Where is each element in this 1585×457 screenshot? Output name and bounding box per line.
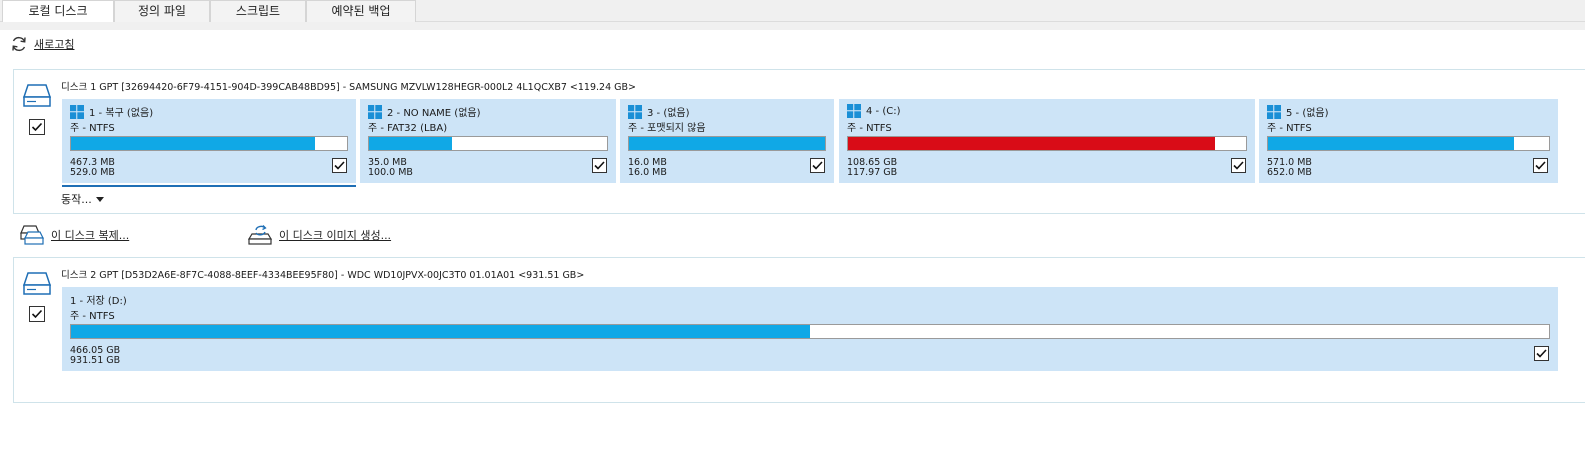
disk-1-header: 디스크 1 GPT [32694420-6F79-4151-904D-399CA…	[61, 82, 636, 93]
disk-2-checkbox[interactable]	[29, 306, 45, 322]
windows-icon	[628, 104, 642, 119]
partition-title: 4 - (C:)	[866, 105, 901, 117]
check-icon	[1233, 161, 1244, 170]
total-size: 100.0 MB	[368, 167, 413, 178]
total-size: 931.51 GB	[70, 355, 121, 366]
windows-icon	[847, 104, 861, 118]
total-size: 652.0 MB	[1267, 167, 1312, 178]
actions-label: 동작...	[61, 193, 92, 206]
usage-bar	[368, 136, 608, 151]
windows-icon	[70, 104, 84, 119]
check-icon	[31, 309, 43, 319]
refresh-icon	[12, 36, 26, 52]
clone-disk-label: 이 디스크 복제...	[51, 229, 130, 242]
total-size: 529.0 MB	[70, 167, 115, 178]
check-icon	[334, 161, 345, 170]
refresh-button[interactable]: 새로고침	[10, 35, 74, 53]
tab-scripts[interactable]: 스크립트	[210, 0, 306, 22]
clone-disk-icon	[20, 225, 44, 245]
total-size: 16.0 MB	[628, 167, 667, 178]
tab-local-disk[interactable]: 로컬 디스크	[2, 0, 114, 23]
tab-bar: 로컬 디스크 정의 파일 스크립트 예약된 백업	[0, 0, 1585, 23]
disk-1-checkbox[interactable]	[29, 119, 45, 135]
partition-checkbox[interactable]	[332, 158, 347, 173]
selected-partition-indicator	[62, 185, 356, 187]
create-image-link[interactable]: 이 디스크 이미지 생성...	[247, 224, 391, 246]
clone-disk-link[interactable]: 이 디스크 복제...	[19, 224, 129, 246]
check-icon	[31, 122, 43, 132]
tab-scheduled-backups[interactable]: 예약된 백업	[306, 0, 416, 22]
partition-checkbox[interactable]	[1534, 346, 1549, 361]
actions-dropdown[interactable]: 동작...	[61, 191, 104, 207]
usage-bar-fill	[848, 137, 1215, 150]
partition-1-5[interactable]: 5 - (없음) 주 - NTFS 571.0 MB 652.0 MB	[1259, 99, 1558, 183]
tab-divider	[0, 22, 1585, 30]
partition-filesystem: 주 - NTFS	[1267, 123, 1312, 134]
partition-title: 2 - NO NAME (없음)	[387, 108, 481, 119]
usage-bar	[847, 136, 1247, 151]
partition-2-1[interactable]: 1 - 저장 (D:) 주 - NTFS 466.05 GB 931.51 GB	[62, 287, 1558, 371]
check-icon	[1535, 161, 1546, 170]
windows-icon	[368, 104, 382, 119]
check-icon	[1536, 349, 1547, 358]
refresh-label: 새로고침	[34, 38, 75, 51]
check-icon	[812, 161, 823, 170]
tab-definition-files[interactable]: 정의 파일	[114, 0, 210, 22]
disk-2-header: 디스크 2 GPT [D53D2A6E-8F7C-4088-8EEF-4334B…	[61, 270, 585, 281]
partition-filesystem: 주 - NTFS	[70, 123, 115, 134]
usage-bar-fill	[1268, 137, 1515, 150]
total-size: 117.97 GB	[847, 167, 898, 178]
disk-1-panel: 디스크 1 GPT [32694420-6F79-4151-904D-399CA…	[13, 69, 1585, 214]
usage-bar	[70, 324, 1550, 339]
usage-bar-fill	[629, 137, 825, 150]
partition-checkbox[interactable]	[1533, 158, 1548, 173]
partition-1-2[interactable]: 2 - NO NAME (없음) 주 - FAT32 (LBA) 35.0 MB…	[360, 99, 616, 183]
partition-checkbox[interactable]	[810, 158, 825, 173]
disk-image-icon	[247, 225, 273, 245]
partition-title: 3 - (없음)	[647, 108, 690, 119]
partition-filesystem: 주 - NTFS	[847, 123, 892, 134]
hard-disk-icon	[22, 272, 52, 295]
partition-1-3[interactable]: 3 - (없음) 주 - 포맷되지 않음 16.0 MB 16.0 MB	[620, 99, 834, 183]
partition-filesystem: 주 - FAT32 (LBA)	[368, 123, 448, 134]
usage-bar-fill	[71, 325, 810, 338]
hard-disk-icon	[22, 84, 52, 107]
windows-icon	[1267, 104, 1281, 119]
partition-1-1[interactable]: 1 - 복구 (없음) 주 - NTFS 467.3 MB 529.0 MB	[62, 99, 356, 183]
disk-2-panel: 디스크 2 GPT [D53D2A6E-8F7C-4088-8EEF-4334B…	[13, 257, 1585, 403]
usage-bar-fill	[369, 137, 453, 150]
check-icon	[594, 161, 605, 170]
partition-title: 1 - 저장 (D:)	[70, 296, 127, 307]
partition-1-4[interactable]: 4 - (C:) 주 - NTFS 108.65 GB 117.97 GB	[839, 99, 1255, 183]
usage-bar	[1267, 136, 1550, 151]
caret-down-icon	[95, 196, 104, 202]
create-image-label: 이 디스크 이미지 생성...	[279, 229, 392, 242]
partition-filesystem: 주 - 포맷되지 않음	[628, 123, 706, 134]
partition-checkbox[interactable]	[1231, 158, 1246, 173]
usage-bar-fill	[71, 137, 315, 150]
usage-bar	[628, 136, 826, 151]
partition-title: 5 - (없음)	[1286, 108, 1329, 119]
partition-title: 1 - 복구 (없음)	[89, 108, 154, 119]
partition-checkbox[interactable]	[592, 158, 607, 173]
usage-bar	[70, 136, 348, 151]
partition-filesystem: 주 - NTFS	[70, 311, 115, 322]
